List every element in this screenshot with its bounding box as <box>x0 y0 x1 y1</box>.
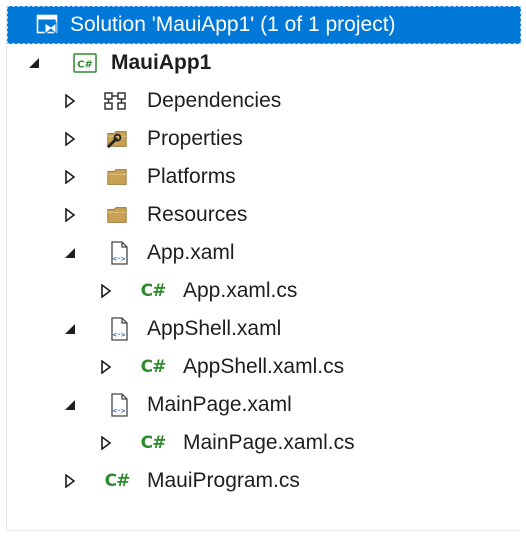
folder-icon <box>105 165 129 189</box>
csharp-project-icon: C# <box>73 51 97 75</box>
tree-item-resources[interactable]: Resources <box>7 196 521 234</box>
tree-item-label: MauiApp1 <box>111 51 212 74</box>
tree-item-label: Platforms <box>147 165 236 188</box>
solution-explorer: Solution 'MauiApp1' (1 of 1 project) C# … <box>6 6 521 531</box>
csharp-file-icon: C# <box>104 471 131 491</box>
xaml-file-icon: <·> <box>107 317 131 341</box>
properties-folder-icon <box>105 127 129 151</box>
tree-item-label: MainPage.xaml <box>147 393 292 416</box>
tree-item-label: AppShell.xaml <box>147 317 282 340</box>
tree-item-label: MainPage.xaml.cs <box>183 431 355 454</box>
collapsed-arrow-icon[interactable] <box>63 207 77 223</box>
tree-item-label: App.xaml.cs <box>183 279 298 302</box>
svg-text:<·>: <·> <box>113 331 126 339</box>
collapsed-arrow-icon[interactable] <box>63 93 77 109</box>
tree-item-label: MauiProgram.cs <box>147 469 300 492</box>
collapsed-arrow-icon[interactable] <box>99 359 113 375</box>
csharp-file-icon: C# <box>140 433 167 453</box>
tree-item-solution[interactable]: Solution 'MauiApp1' (1 of 1 project) <box>7 6 521 44</box>
collapsed-arrow-icon[interactable] <box>99 435 113 451</box>
collapsed-arrow-icon[interactable] <box>63 131 77 147</box>
tree-item-properties[interactable]: Properties <box>7 120 521 158</box>
collapsed-arrow-icon[interactable] <box>63 169 77 185</box>
tree-item-app-xaml[interactable]: <·> App.xaml <box>7 234 521 272</box>
expanded-arrow-icon[interactable] <box>63 397 77 413</box>
expanded-arrow-icon[interactable] <box>63 245 77 261</box>
tree-item-label: Resources <box>147 203 248 226</box>
svg-text:<·>: <·> <box>113 255 126 263</box>
dependencies-icon <box>103 89 127 113</box>
folder-icon <box>105 203 129 227</box>
tree-item-platforms[interactable]: Platforms <box>7 158 521 196</box>
svg-text:C#: C# <box>77 60 93 71</box>
tree-item-appshell-xaml-cs[interactable]: C# AppShell.xaml.cs <box>7 348 521 386</box>
tree-item-mauiprogram-cs[interactable]: C# MauiProgram.cs <box>7 462 521 500</box>
expanded-arrow-icon[interactable] <box>27 55 41 71</box>
tree-item-project[interactable]: C# MauiApp1 <box>7 44 521 82</box>
tree-item-label: Dependencies <box>147 89 282 112</box>
tree-item-dependencies[interactable]: Dependencies <box>7 82 521 120</box>
xaml-file-icon: <·> <box>107 241 131 265</box>
svg-text:<·>: <·> <box>113 407 126 415</box>
collapsed-arrow-icon[interactable] <box>63 473 77 489</box>
xaml-file-icon: <·> <box>107 393 131 417</box>
tree-item-label: App.xaml <box>147 241 235 264</box>
tree-item-label: Solution 'MauiApp1' (1 of 1 project) <box>70 13 396 36</box>
solution-icon <box>35 13 59 37</box>
expanded-arrow-icon[interactable] <box>63 321 77 337</box>
tree-item-mainpage-xaml[interactable]: <·> MainPage.xaml <box>7 386 521 424</box>
tree-item-appshell-xaml[interactable]: <·> AppShell.xaml <box>7 310 521 348</box>
csharp-file-icon: C# <box>140 357 167 377</box>
collapsed-arrow-icon[interactable] <box>99 283 113 299</box>
tree-item-app-xaml-cs[interactable]: C# App.xaml.cs <box>7 272 521 310</box>
csharp-file-icon: C# <box>140 281 167 301</box>
tree-item-label: Properties <box>147 127 243 150</box>
tree-item-mainpage-xaml-cs[interactable]: C# MainPage.xaml.cs <box>7 424 521 462</box>
tree-item-label: AppShell.xaml.cs <box>183 355 345 378</box>
